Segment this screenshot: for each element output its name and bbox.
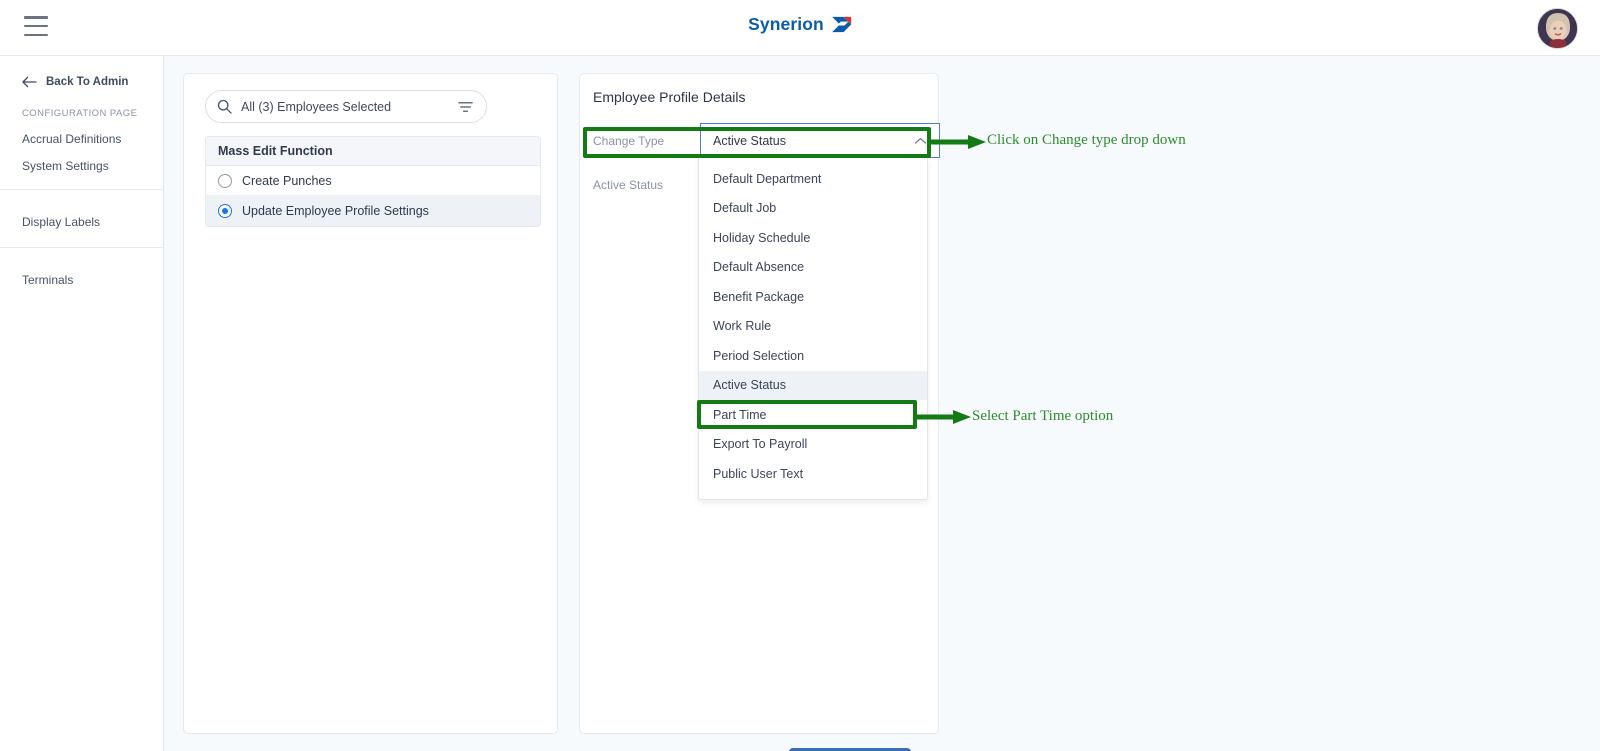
dropdown-option-part-time[interactable]: Part Time [699,400,927,430]
hamburger-line [24,33,48,36]
hamburger-line [24,24,48,28]
dropdown-option-benefit-package[interactable]: Benefit Package [699,282,927,312]
avatar-image [1538,9,1577,48]
mass-edit-header: Mass Edit Function [206,137,540,166]
mass-edit-option-create-punches[interactable]: Create Punches [206,166,540,196]
sidebar-group-display: Display Labels [0,190,163,248]
change-type-dropdown[interactable]: Active Status [700,123,940,158]
change-type-label: Change Type [593,133,665,148]
sidebar-section-label: CONFIGURATION PAGE [22,108,138,119]
dropdown-option-holiday-schedule[interactable]: Holiday Schedule [699,223,927,253]
dropdown-option-active-status[interactable]: Active Status [699,370,927,400]
mass-edit-option-label: Update Employee Profile Settings [242,204,429,218]
brand-name: Synerion [748,14,824,34]
hamburger-menu-icon[interactable] [24,16,48,36]
annotation-text-click-change-type: Click on Change type drop down [987,132,1186,148]
radio-update-employee-profile-settings[interactable] [218,204,232,218]
annotation-text-select-part-time: Select Part Time option [972,408,1114,424]
dropdown-option-public-user-text[interactable]: Public User Text [699,459,927,489]
app-root: Synerion Back To Admin CONFIGURATION PAG… [0,0,1600,751]
search-icon [217,99,232,114]
dropdown-option-work-rule[interactable]: Work Rule [699,312,927,342]
filter-icon[interactable] [458,100,473,114]
arrow-left-icon [22,76,37,88]
user-avatar[interactable] [1537,8,1578,49]
sidebar: Back To Admin CONFIGURATION PAGE Accrual… [0,56,164,751]
chevron-up-icon [914,137,927,144]
sidebar-item-display-labels[interactable]: Display Labels [0,202,163,229]
mass-edit-function-card: Mass Edit Function Create Punches Update… [205,136,541,227]
content-area: All (3) Employees Selected Mass Edit Fun… [164,56,1600,751]
change-type-dropdown-list: Default Department Default Job Holiday S… [698,158,928,500]
mass-edit-option-update-employee-profile-settings[interactable]: Update Employee Profile Settings [206,196,540,226]
dropdown-option-period-selection[interactable]: Period Selection [699,341,927,371]
dropdown-option-default-absence[interactable]: Default Absence [699,253,927,283]
change-type-field-row: Change Type Active Status [580,123,940,158]
back-to-admin-button[interactable]: Back To Admin [0,56,163,88]
synerion-logo-mark [831,16,851,33]
employee-profile-details-panel: Employee Profile Details Change Type Act… [579,73,940,751]
sidebar-group-terminals: Terminals [0,248,163,305]
dropdown-option-default-department[interactable]: Default Department [699,164,927,194]
page-title: Employee Profile Details [593,89,746,105]
radio-create-punches[interactable] [218,173,232,188]
brand-logo: Synerion [748,14,852,35]
change-type-value: Active Status [713,133,786,148]
dropdown-option-export-to-payroll[interactable]: Export To Payroll [699,430,927,460]
dropdown-option-default-job[interactable]: Default Job [699,194,927,224]
employee-selection-panel: All (3) Employees Selected Mass Edit Fun… [183,73,558,734]
sidebar-item-accrual-definitions[interactable]: Accrual Definitions [0,119,163,146]
hamburger-line [24,16,48,19]
search-value: All (3) Employees Selected [241,99,392,114]
top-bar: Synerion [0,0,1600,56]
mass-edit-option-label: Create Punches [242,173,332,188]
sidebar-item-system-settings[interactable]: System Settings [0,146,163,173]
sidebar-group-configuration: Accrual Definitions System Settings [0,119,163,190]
search-input[interactable]: All (3) Employees Selected [205,90,487,123]
active-status-field-label: Active Status [593,178,664,192]
sidebar-item-terminals[interactable]: Terminals [0,260,163,287]
back-to-admin-label: Back To Admin [46,76,129,88]
